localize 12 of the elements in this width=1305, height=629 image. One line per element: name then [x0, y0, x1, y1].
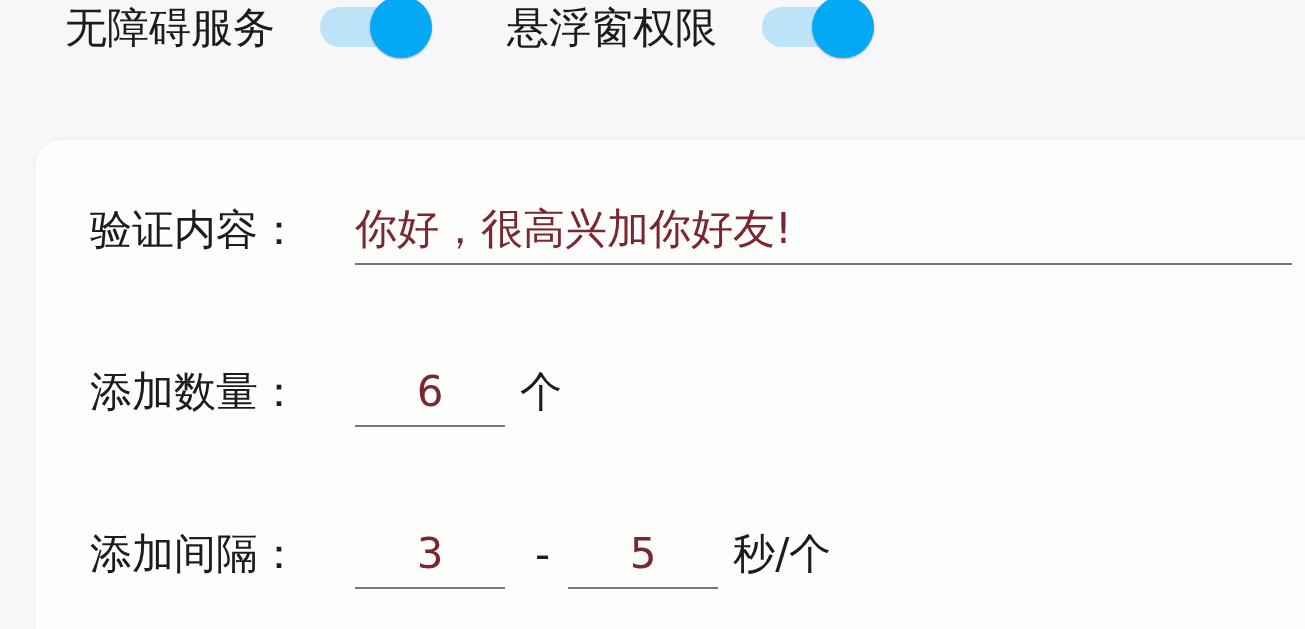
- field-label: 添加间隔：: [90, 528, 301, 580]
- range-separator: -: [535, 529, 551, 579]
- toggle-label: 悬浮窗权限: [507, 2, 717, 54]
- unit-label: 秒/个: [733, 528, 832, 580]
- number-input[interactable]: 5: [568, 519, 719, 589]
- unit-label: 个: [520, 366, 562, 418]
- number-input[interactable]: 3: [355, 519, 505, 589]
- number-input[interactable]: 6: [355, 357, 505, 427]
- field-label: 验证内容：: [90, 204, 301, 256]
- text-input[interactable]: 你好，很高兴加你好友!: [355, 195, 1292, 265]
- field-label: 添加数量：: [90, 366, 301, 418]
- toggle-label: 无障碍服务: [65, 2, 275, 54]
